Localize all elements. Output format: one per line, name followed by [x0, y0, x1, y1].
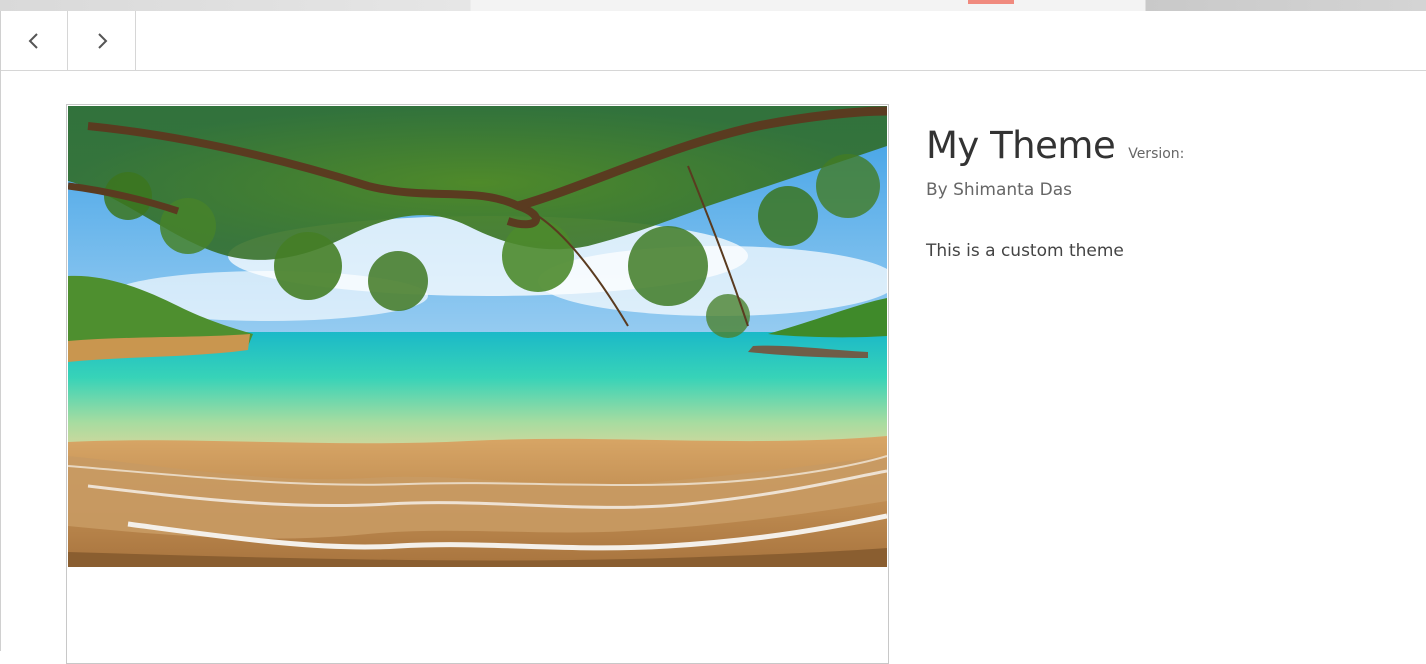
chevron-left-icon — [28, 33, 38, 49]
background-app-strip — [0, 0, 1426, 11]
theme-preview-dialog: My Theme Version: By Shimanta Das This i… — [0, 11, 1426, 664]
next-button[interactable] — [68, 11, 136, 71]
background-accent — [968, 0, 1014, 4]
theme-preview-image — [68, 106, 887, 567]
previous-button[interactable] — [1, 11, 68, 71]
theme-author: By Shimanta Das — [926, 180, 1073, 200]
theme-title: My Theme — [926, 124, 1116, 167]
chevron-right-icon — [97, 33, 107, 49]
title-row: My Theme Version: — [926, 123, 1406, 169]
theme-description: This is a custom theme — [926, 241, 1124, 261]
theme-info-panel: My Theme Version: By Shimanta Das This i… — [926, 123, 1406, 262]
theme-preview-frame — [66, 104, 889, 664]
version-label: Version: — [1128, 146, 1185, 162]
navigation-toolbar — [1, 11, 1426, 71]
